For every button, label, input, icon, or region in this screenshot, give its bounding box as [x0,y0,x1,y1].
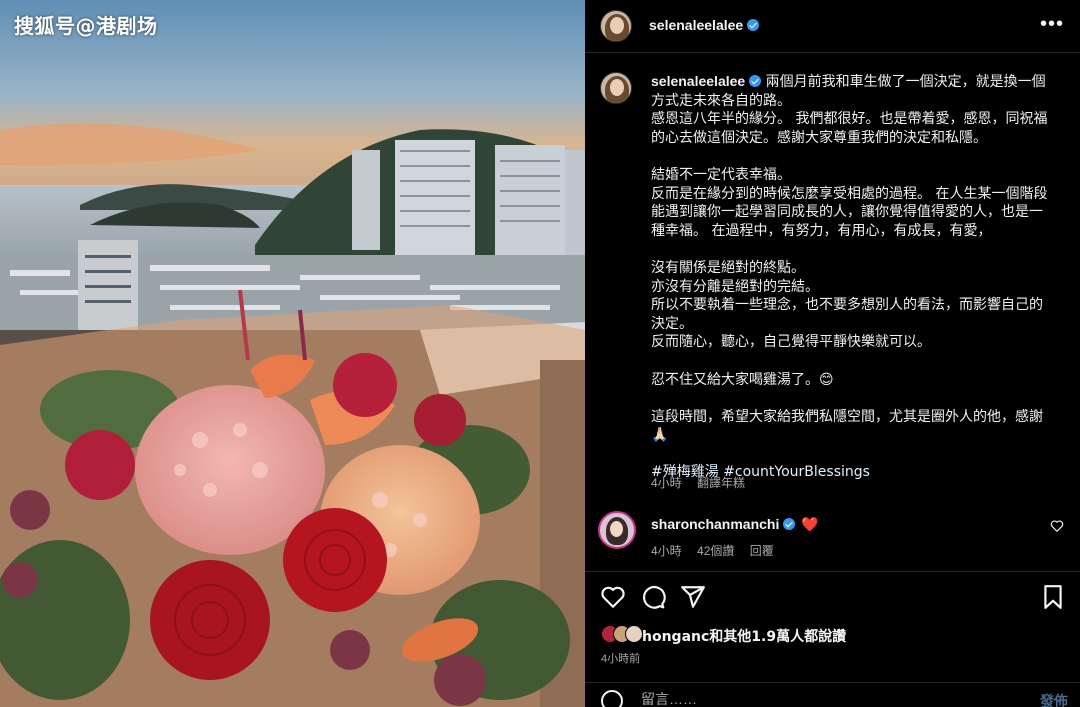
watermark-text: 搜狐号@港剧场 [14,14,158,38]
caption-line: 結婚不一定代表幸福。 [651,166,791,183]
comment-bubble-icon[interactable] [640,584,666,610]
caption-time: 4小時 [651,476,682,490]
commenter-username[interactable]: sharonchanmanchi [651,516,779,532]
bouquet-harbour-image [0,0,585,707]
caption-line: 這段時間，希望大家給我們私隱空間，尤其是圈外人的他，感謝🙏🏻 [651,408,1043,444]
caption-line: 忍不住又給大家喝雞湯了。😊 [651,371,834,388]
add-comment-bar: 發佈 [585,682,1080,707]
caption-section: selenaleelalee 兩個月前我和車生做了一個決定，就是換一個方式走未來… [585,54,1080,574]
comment-input[interactable] [641,688,1001,707]
caption-line: 亦沒有分離是絕對的完結。 [651,278,819,295]
emoji-smile-icon[interactable] [601,690,623,707]
caption-meta: 4小時 翻譯年糕 [651,474,757,491]
author-avatar[interactable] [600,10,632,42]
caption-line: 感恩這八年半的緣分。 我們都很好。也是帶着愛，感恩，同祝福的心去做這個決定。感謝… [651,111,1048,146]
author-username-text[interactable]: selenaleelalee [649,17,743,33]
caption-verified-badge-icon [749,75,762,87]
post-comment-button[interactable]: 發佈 [1040,691,1068,707]
commenter-row: sharonchanmanchi ❤️ [651,516,819,533]
author-username[interactable]: selenaleelalee [649,17,760,33]
post-side-panel: selenaleelalee ••• selenaleelalee 兩個月前我和… [585,0,1080,707]
commenter-avatar[interactable] [598,511,636,549]
caption-line: 所以不要執着一些理念，也不要多想別人的看法，而影響自己的決定。 [651,297,1043,332]
liker-avatar [625,625,643,643]
caption-author-avatar[interactable] [600,72,632,104]
post-photo[interactable]: 搜狐号@港剧场 [0,0,585,707]
translate-link[interactable]: 翻譯年糕 [697,476,745,490]
comment-item: sharonchanmanchi ❤️ 4小時 42個讚 回覆 [585,505,1080,570]
post-timestamp: 4小時前 [601,653,641,665]
verified-badge-icon [747,19,760,31]
share-paper-plane-icon[interactable] [680,584,706,610]
post-header: selenaleelalee ••• [585,0,1080,53]
caption-text: selenaleelalee 兩個月前我和車生做了一個決定，就是換一個方式走未來… [651,72,1051,482]
comment-meta: 4小時 42個讚 回覆 [651,542,786,559]
post-actions: honganc和其他1.9萬人都說讚 4小時前 發佈 [585,571,1080,707]
comment-like-heart-icon[interactable] [1050,519,1064,533]
caption-line: 沒有關係是絕對的終點。 [651,259,805,276]
comment-text: ❤️ [801,516,819,532]
like-heart-icon[interactable] [600,584,626,610]
comment-time: 4小時 [651,544,682,558]
comment-reply-button[interactable]: 回覆 [750,544,774,558]
likes-user[interactable]: honganc [642,629,709,645]
comment-likes[interactable]: 42個讚 [697,544,734,558]
save-bookmark-icon[interactable] [1040,584,1066,610]
caption-username[interactable]: selenaleelalee [651,73,745,89]
caption-line: 反而是在緣分到的時候怎麼享受相處的過程。 在人生某一個階段能遇到讓你一起學習同成… [651,185,1048,239]
likes-text[interactable]: honganc和其他1.9萬人都說讚 [642,626,846,646]
caption-line: 反而隨心，聽心，自己覺得平靜快樂就可以。 [651,334,931,351]
likes-rest: 和其他1.9萬人都說讚 [709,629,847,645]
commenter-verified-badge-icon [783,518,796,530]
more-options-icon[interactable]: ••• [1040,14,1064,34]
